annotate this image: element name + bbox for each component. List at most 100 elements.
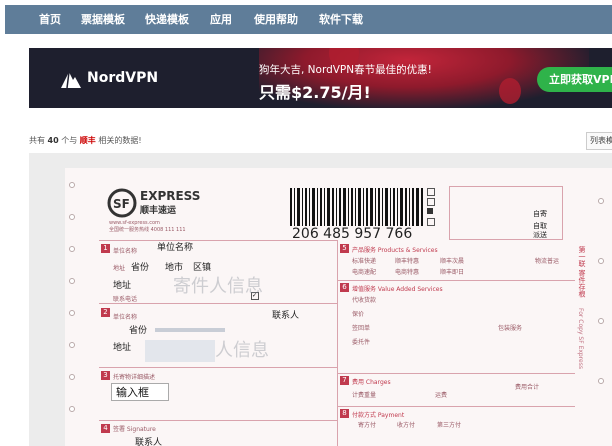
- nav-item-home[interactable]: 首页: [39, 5, 61, 34]
- divider: [99, 367, 337, 368]
- divider: [99, 240, 337, 241]
- binder-hole: [598, 318, 604, 324]
- checkbox[interactable]: [427, 218, 435, 226]
- charges-label: 费用合计: [515, 384, 540, 391]
- value-added-option: 代收货款: [352, 297, 377, 304]
- sf-logo-icon: SF: [107, 188, 137, 218]
- section-number-7: 7: [340, 376, 349, 385]
- divider: [99, 303, 337, 304]
- sender-company-label: 单位名称: [113, 248, 138, 255]
- product-option: 标准快递: [352, 258, 377, 265]
- divider: [337, 240, 338, 446]
- charges-section-title: 费用 Charges: [352, 379, 391, 386]
- divider: [337, 406, 575, 407]
- ad-banner[interactable]: NordVPN 狗年大吉, NordVPN春节最佳的优惠! 只需$2.75/月!…: [29, 48, 612, 108]
- top-nav: 首页 票据模板 快递模板 应用 使用帮助 软件下载: [5, 5, 612, 34]
- result-summary: 共有 40 个与 顺丰 相关的数据!: [29, 135, 142, 146]
- checkbox[interactable]: [427, 208, 433, 214]
- binder-hole: [69, 374, 75, 380]
- sender-province: 省份: [131, 263, 150, 273]
- binder-hole: [598, 378, 604, 384]
- binder-hole: [69, 214, 75, 220]
- section-number-8: 8: [340, 409, 349, 418]
- nav-item-apps[interactable]: 应用: [210, 5, 232, 34]
- copy-label-en: For Copy SF Express: [577, 308, 584, 370]
- watermark-receiver: 人信息: [215, 340, 269, 361]
- watermark-sender: 寄件人信息: [173, 276, 263, 297]
- sf-hotline: 全国统一服务热线 4008 111 111: [109, 227, 186, 233]
- binder-hole: [69, 310, 75, 316]
- svg-text:SF: SF: [113, 197, 130, 211]
- section-number-2: 2: [101, 308, 110, 317]
- checkbox[interactable]: [427, 188, 435, 196]
- binder-hole: [69, 278, 75, 284]
- binder-hole: [69, 182, 75, 188]
- receiver-company-label: 单位名称: [113, 314, 138, 321]
- sf-brand-en: EXPRESS: [140, 189, 201, 203]
- products-section-title: 产品服务 Products & Services: [352, 247, 438, 254]
- section-number-5: 5: [340, 244, 349, 253]
- section-number-4: 4: [101, 424, 110, 433]
- product-option: 顺丰特惠: [395, 258, 420, 265]
- banner-cta-button[interactable]: 立即获取VPN: [537, 67, 612, 92]
- product-option: 顺丰即日: [440, 269, 465, 276]
- receiver-address-value: 地址: [113, 343, 132, 353]
- option-self-send: 自寄: [533, 210, 547, 218]
- divider: [99, 420, 337, 421]
- list-view-toggle[interactable]: 列表模: [586, 132, 612, 150]
- payment-section-title: 付款方式 Payment: [352, 412, 405, 419]
- sender-company-value: 单位名称: [157, 243, 194, 253]
- result-suffix: 相关的数据!: [98, 136, 142, 145]
- value-added-option: 委托件: [352, 339, 371, 346]
- banner-brand: NordVPN: [87, 70, 159, 86]
- value-added-option: 包装服务: [498, 325, 523, 332]
- receiver-contact-value: 联系人: [272, 311, 300, 321]
- banner-promo-line2: 只需$2.75/月!: [259, 83, 371, 102]
- checkbox[interactable]: [427, 198, 435, 206]
- binder-hole: [69, 342, 75, 348]
- divider: [337, 280, 575, 281]
- product-option: 电商速配: [352, 269, 377, 276]
- product-option: 电商特惠: [395, 269, 420, 276]
- option-delivery: 派送: [533, 231, 547, 239]
- signature-contact: 联系人: [135, 438, 163, 446]
- section-number-3: 3: [101, 371, 110, 380]
- sender-address-value: 地址: [113, 281, 132, 291]
- result-prefix: 共有: [29, 136, 45, 145]
- payment-option: 寄方付: [358, 422, 377, 429]
- charges-label: 计费重量: [352, 392, 377, 399]
- nav-item-help[interactable]: 使用帮助: [254, 5, 298, 34]
- charges-label: 运费: [435, 392, 448, 399]
- sender-address-label: 地址: [113, 265, 126, 272]
- section-number-6: 6: [340, 283, 349, 292]
- product-option: 顺丰次晨: [440, 258, 465, 265]
- binder-hole: [69, 246, 75, 252]
- binder-hole: [598, 198, 604, 204]
- signature-section-title: 签署 Signature: [113, 426, 156, 433]
- nav-item-express-templates[interactable]: 快递模板: [145, 5, 189, 34]
- sf-brand-cn: 顺丰速运: [140, 206, 177, 216]
- banner-promo-line1: 狗年大吉, NordVPN春节最佳的优惠!: [259, 64, 432, 76]
- redacted-field: [155, 328, 225, 332]
- binder-hole: [598, 258, 604, 264]
- result-middle: 个与: [61, 136, 78, 145]
- value-added-section-title: 增值服务 Value Added Services: [352, 286, 443, 293]
- result-keyword: 顺丰: [79, 136, 96, 145]
- payment-option: 收方付: [397, 422, 416, 429]
- divider: [337, 373, 575, 374]
- description-input-box[interactable]: 输入框: [111, 383, 169, 401]
- value-added-option: 保价: [352, 311, 365, 318]
- lantern-decoration: [499, 78, 521, 104]
- redacted-field: [145, 340, 215, 362]
- payment-option: 第三方付: [437, 422, 462, 429]
- value-added-option: 签回单: [352, 325, 371, 332]
- copy-label: 第一联 寄件存根: [578, 246, 586, 298]
- product-option: 物流普运: [535, 258, 560, 265]
- sender-phone-label: 联系电话: [113, 296, 138, 303]
- binder-hole: [69, 406, 75, 412]
- nav-item-download[interactable]: 软件下载: [319, 5, 363, 34]
- nordvpn-logo-icon: [61, 71, 81, 89]
- receiver-province: 省份: [129, 326, 148, 336]
- result-count: 40: [47, 136, 59, 145]
- nav-item-invoice-templates[interactable]: 票据模板: [81, 5, 125, 34]
